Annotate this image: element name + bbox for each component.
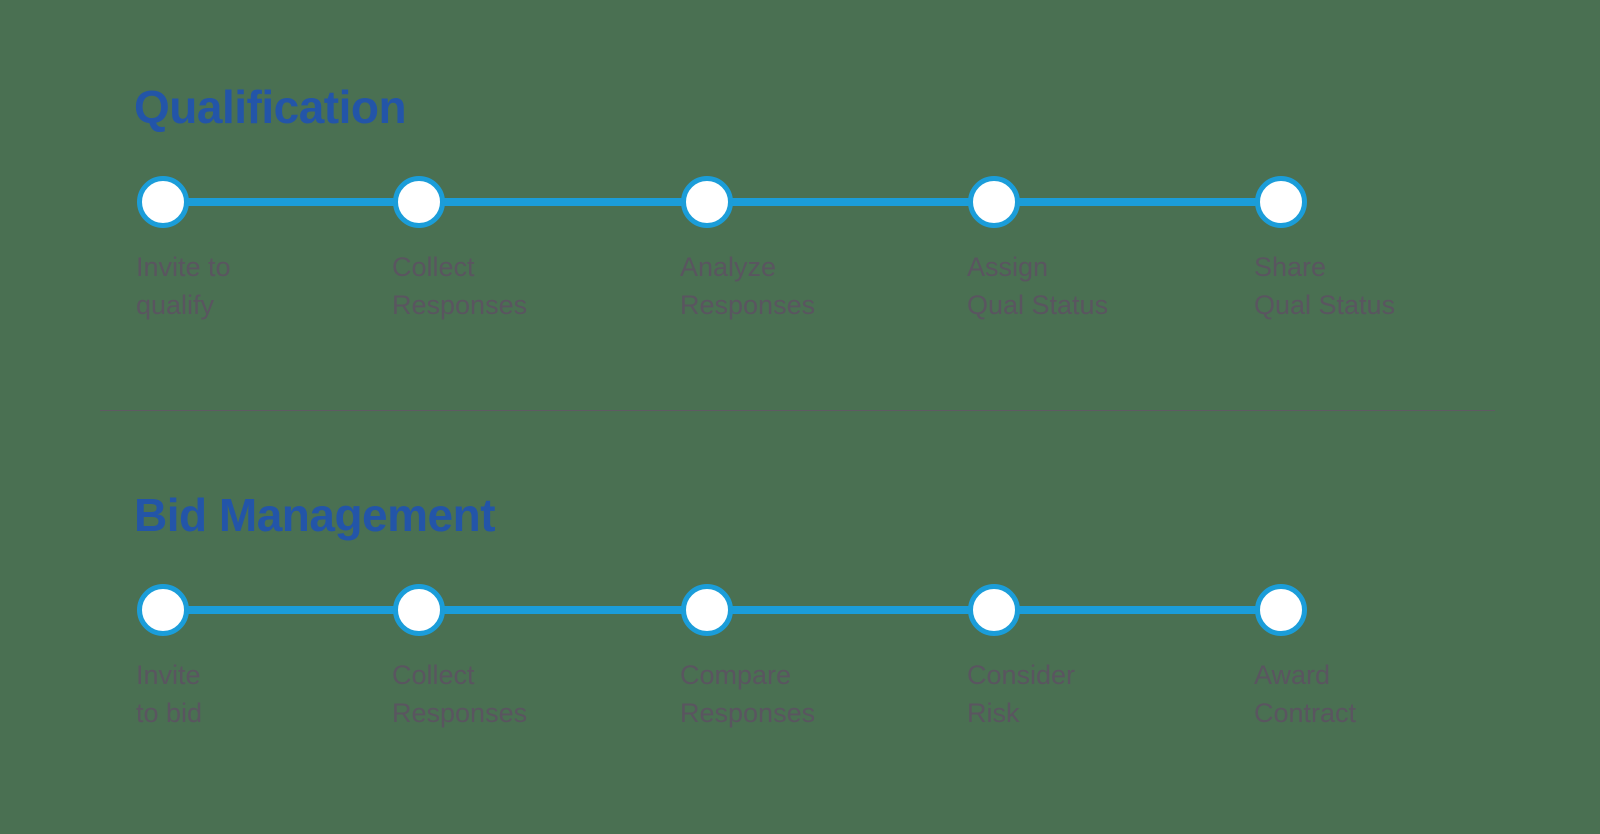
timeline-labels-qualification: Invite to qualify Collect Responses Anal… bbox=[0, 248, 1600, 334]
step-label-3: Compare Responses bbox=[680, 660, 816, 728]
timeline-node-4[interactable] bbox=[968, 176, 1020, 228]
step-label-2: Collect Responses bbox=[392, 660, 528, 728]
step-label-2: Collect Responses bbox=[392, 252, 528, 320]
timeline-node-2[interactable] bbox=[393, 584, 445, 636]
step-label-1: Invite to qualify bbox=[136, 252, 231, 320]
step-label-3: Analyze Responses bbox=[680, 252, 816, 320]
step-label-1: Invite to bid bbox=[136, 660, 203, 728]
step-label-5: Share Qual Status bbox=[1254, 252, 1396, 320]
timeline-bid-management bbox=[0, 584, 1600, 636]
timeline-node-1[interactable] bbox=[137, 176, 189, 228]
timeline-node-3[interactable] bbox=[681, 584, 733, 636]
step-label-4: Consider Risk bbox=[967, 660, 1076, 728]
timeline-node-1[interactable] bbox=[137, 584, 189, 636]
timeline-qualification bbox=[0, 176, 1600, 228]
step-label-4: Assign Qual Status bbox=[967, 252, 1109, 320]
process-diagram-canvas: Qualification Invite to qualify Collect … bbox=[0, 0, 1600, 834]
section-title-bid-management: Bid Management bbox=[134, 489, 496, 541]
timeline-node-5[interactable] bbox=[1255, 176, 1307, 228]
timeline-node-2[interactable] bbox=[393, 176, 445, 228]
timeline-node-5[interactable] bbox=[1255, 584, 1307, 636]
section-divider bbox=[100, 410, 1495, 411]
timeline-node-4[interactable] bbox=[968, 584, 1020, 636]
step-label-5: Award Contract bbox=[1254, 660, 1357, 728]
section-title-qualification: Qualification bbox=[134, 81, 407, 133]
timeline-labels-bid-management: Invite to bid Collect Responses Compare … bbox=[0, 656, 1600, 742]
timeline-node-3[interactable] bbox=[681, 176, 733, 228]
